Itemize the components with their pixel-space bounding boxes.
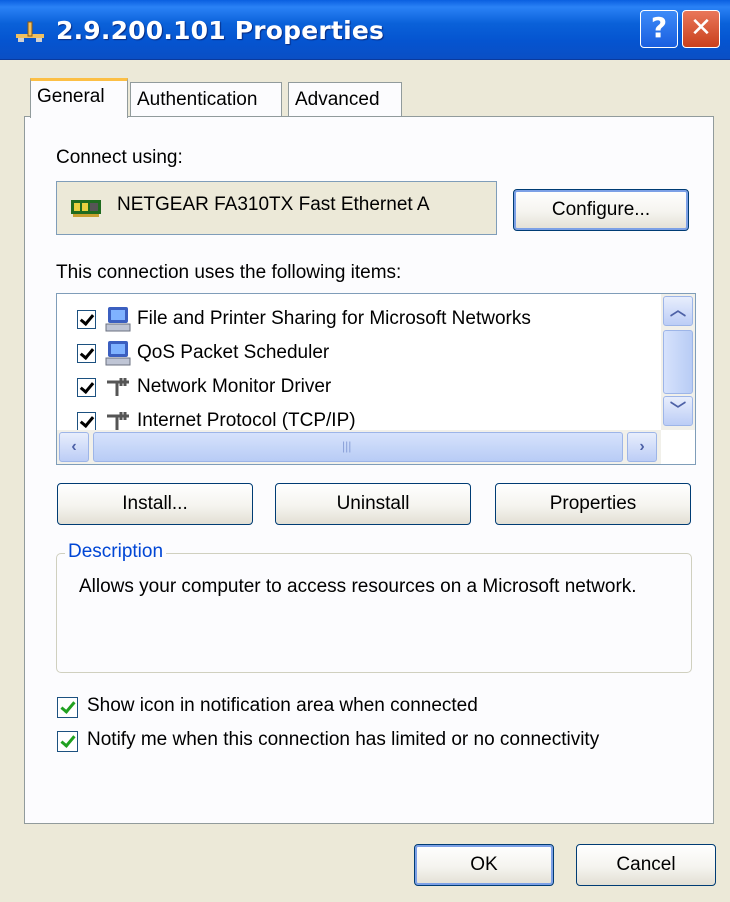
vertical-scrollbar[interactable]: ︿ ﹀: [661, 294, 695, 430]
tab-authentication[interactable]: Authentication: [130, 82, 282, 116]
items-list[interactable]: File and Printer Sharing for Microsoft N…: [56, 293, 696, 465]
item-label: Network Monitor Driver: [137, 376, 332, 397]
show-icon-label[interactable]: Show icon in notification area when conn…: [87, 695, 478, 717]
computer-icon: [105, 307, 131, 332]
help-button[interactable]: ?: [640, 10, 678, 48]
description-title: Description: [65, 541, 167, 563]
scroll-up-button[interactable]: ︿: [663, 296, 693, 326]
tab-advanced-label: Advanced: [295, 89, 380, 110]
protocol-icon: [107, 378, 129, 396]
vertical-scroll-thumb[interactable]: [663, 330, 693, 394]
item-checkbox[interactable]: [77, 412, 96, 431]
ok-button[interactable]: OK: [414, 844, 554, 886]
uninstall-button[interactable]: Uninstall: [275, 483, 471, 525]
connect-using-label: Connect using:: [56, 147, 183, 168]
scroll-left-button[interactable]: ‹: [59, 432, 89, 462]
tab-general-label: General: [37, 86, 105, 107]
close-button[interactable]: ✕: [682, 10, 720, 48]
scroll-right-button[interactable]: ›: [627, 432, 657, 462]
show-icon-checkbox[interactable]: [57, 697, 78, 718]
adapter-name: NETGEAR FA310TX Fast Ethernet A: [117, 194, 430, 215]
close-icon: ✕: [690, 13, 712, 43]
notify-checkbox[interactable]: [57, 731, 78, 752]
tab-advanced[interactable]: Advanced: [288, 82, 402, 116]
general-tab-panel: Connect using: NETGEAR FA310TX Fast Ethe…: [24, 116, 714, 824]
item-label: File and Printer Sharing for Microsoft N…: [137, 308, 531, 329]
properties-button[interactable]: Properties: [495, 483, 691, 525]
horizontal-scroll-thumb[interactable]: |||: [93, 432, 623, 462]
scroll-down-button[interactable]: ﹀: [663, 396, 693, 426]
configure-button[interactable]: Configure...: [513, 189, 689, 231]
network-adapter-icon: [71, 200, 101, 217]
chevron-right-icon: ›: [639, 438, 645, 455]
item-label: Internet Protocol (TCP/IP): [137, 410, 356, 431]
chevron-down-icon: ﹀: [669, 402, 686, 419]
computer-icon: [105, 341, 131, 366]
description-group: [56, 553, 692, 673]
horizontal-scrollbar[interactable]: ‹ ||| ›: [57, 430, 661, 464]
items-label: This connection uses the following items…: [56, 262, 402, 283]
item-checkbox[interactable]: [77, 378, 96, 397]
item-checkbox[interactable]: [77, 344, 96, 363]
item-label: QoS Packet Scheduler: [137, 342, 330, 363]
chevron-left-icon: ‹: [71, 438, 77, 455]
grip-icon: |||: [342, 439, 352, 453]
tab-general[interactable]: General: [30, 78, 128, 118]
help-icon: ?: [650, 11, 668, 44]
title-bar[interactable]: 2.9.200.101 Properties ? ✕: [0, 0, 730, 60]
window-title: 2.9.200.101 Properties: [56, 16, 385, 45]
adapter-field: NETGEAR FA310TX Fast Ethernet A: [56, 181, 497, 235]
item-checkbox[interactable]: [77, 310, 96, 329]
install-button[interactable]: Install...: [57, 483, 253, 525]
network-connection-icon: [16, 21, 44, 42]
description-text: Allows your computer to access resources…: [79, 576, 637, 597]
notify-label[interactable]: Notify me when this connection has limit…: [87, 729, 599, 751]
chevron-up-icon: ︿: [669, 302, 686, 319]
tab-authentication-label: Authentication: [137, 89, 258, 110]
cancel-button[interactable]: Cancel: [576, 844, 716, 886]
